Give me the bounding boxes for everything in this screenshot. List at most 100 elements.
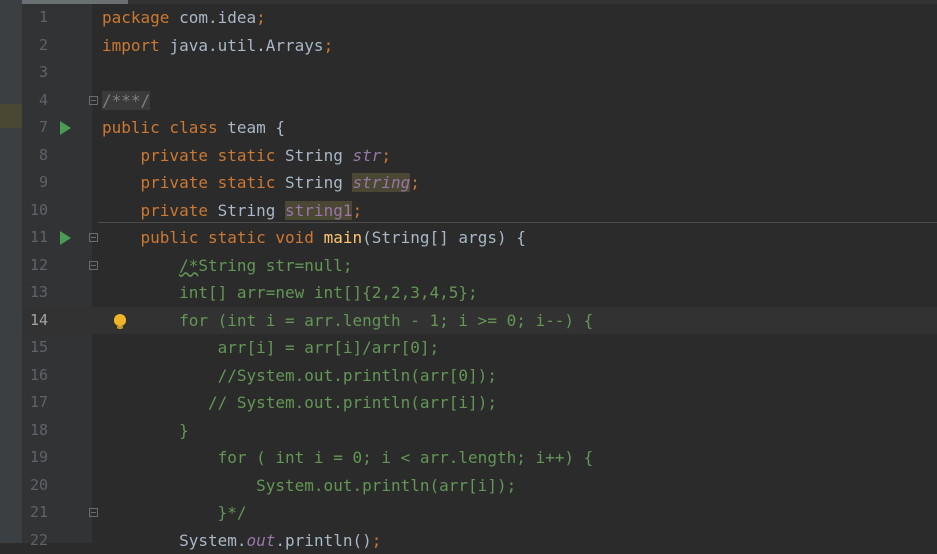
code-text: public static void main(String[] args) { (102, 224, 526, 252)
code-text: private String string1; (102, 197, 362, 225)
code-token: ; (352, 201, 362, 220)
method-separator (98, 222, 937, 223)
line-number: 1 (22, 4, 48, 32)
code-text: } (102, 417, 189, 445)
code-token: private static (141, 146, 286, 165)
code-text: // System.out.println(arr[i]); (102, 389, 497, 417)
line-number: 13 (22, 279, 48, 307)
code-token (102, 366, 218, 385)
code-line[interactable]: 8 private static String str; (22, 142, 937, 170)
line-number: 22 (22, 527, 48, 554)
line-number: 16 (22, 362, 48, 390)
code-token: /***/ (102, 91, 150, 110)
code-text: public class team { (102, 114, 285, 142)
line-number: 7 (22, 114, 48, 142)
run-icon[interactable] (60, 231, 71, 245)
line-number: 10 (22, 197, 48, 225)
code-text: int[] arr=new int[]{2,2,3,4,5}; (102, 279, 478, 307)
code-token: String (218, 201, 285, 220)
code-line[interactable]: 17 // System.out.println(arr[i]); (22, 389, 937, 417)
code-line[interactable]: 18 } (22, 417, 937, 445)
code-token: import (102, 36, 169, 55)
code-line[interactable]: 9 private static String string; (22, 169, 937, 197)
code-token (102, 476, 256, 495)
line-number: 15 (22, 334, 48, 362)
code-token: public static void (141, 228, 324, 247)
code-token: System.out.println(arr[i]); (256, 476, 516, 495)
line-number: 12 (22, 252, 48, 280)
code-line[interactable]: 1package com.idea; (22, 4, 937, 32)
code-line[interactable]: 21 }*/ (22, 499, 937, 527)
line-number: 11 (22, 224, 48, 252)
code-line[interactable]: 15 arr[i] = arr[i]/arr[0]; (22, 334, 937, 362)
code-line[interactable]: 7 public class team { (22, 114, 937, 142)
code-token: team { (227, 118, 285, 137)
code-token: out (247, 531, 276, 550)
code-token: } (179, 421, 189, 440)
code-token: arr[i] = arr[i]/arr[0]; (218, 338, 440, 357)
code-token: str (352, 146, 381, 165)
code-text: /*String str=null; (102, 252, 352, 280)
code-text: private static String str; (102, 142, 391, 170)
code-token: com.idea (179, 8, 256, 27)
code-token: java.util.Arrays (169, 36, 323, 55)
code-line[interactable]: 2import java.util.Arrays; (22, 32, 937, 60)
code-line[interactable]: 19 for ( int i = 0; i < arr.length; i++)… (22, 444, 937, 472)
code-token: int[] arr=new int[]{2,2,3,4,5}; (179, 283, 478, 302)
fold-icon[interactable] (89, 233, 98, 242)
code-token (102, 503, 218, 522)
code-token: System. (102, 531, 247, 550)
fold-icon[interactable] (89, 96, 98, 105)
code-line[interactable]: 12 /*String str=null; (22, 252, 937, 280)
code-token: main (324, 228, 363, 247)
code-token: (String[] args) { (362, 228, 526, 247)
left-tool-strip (0, 0, 22, 543)
code-text: for (int i = arr.length - 1; i >= 0; i--… (102, 307, 593, 335)
line-number: 9 (22, 169, 48, 197)
code-token: private (141, 201, 218, 220)
line-number: 18 (22, 417, 48, 445)
code-token (102, 283, 179, 302)
line-number: 19 (22, 444, 48, 472)
code-token: string1 (285, 201, 352, 220)
code-token: string (352, 173, 410, 192)
line-number: 4 (22, 87, 48, 115)
code-line[interactable]: 13 int[] arr=new int[]{2,2,3,4,5}; (22, 279, 937, 307)
line-number: 8 (22, 142, 48, 170)
code-token: /* (179, 256, 198, 275)
code-token (102, 448, 218, 467)
code-token: ; (381, 146, 391, 165)
code-text: private static String string; (102, 169, 420, 197)
code-token: for ( int i = 0; i < arr.length; i++) { (218, 448, 594, 467)
code-token (102, 146, 141, 165)
code-token: ; (410, 173, 420, 192)
code-text: arr[i] = arr[i]/arr[0]; (102, 334, 439, 362)
code-line[interactable]: 4 /***/ (22, 87, 937, 115)
fold-icon[interactable] (89, 508, 98, 517)
code-token: String (285, 173, 352, 192)
code-token (102, 393, 208, 412)
code-token (102, 421, 179, 440)
code-token: for (int i = arr.length - 1; i >= 0; i--… (179, 311, 593, 330)
code-token: ; (372, 531, 382, 550)
code-line[interactable]: 3 (22, 59, 937, 87)
code-token (102, 338, 218, 357)
code-token: String str=null; (198, 256, 352, 275)
code-text: /***/ (102, 87, 150, 115)
code-token: public class (102, 118, 227, 137)
code-line[interactable]: 10 private String string1; (22, 197, 937, 225)
code-token: //System.out.println(arr[0]); (218, 366, 497, 385)
run-icon[interactable] (60, 121, 71, 135)
line-number: 2 (22, 32, 48, 60)
fold-icon[interactable] (89, 261, 98, 270)
code-line[interactable]: 20 System.out.println(arr[i]); (22, 472, 937, 500)
code-token: }*/ (218, 503, 247, 522)
code-line[interactable]: 22 System.out.println(); (22, 527, 937, 554)
code-line[interactable]: 14 for (int i = arr.length - 1; i >= 0; … (22, 307, 937, 335)
line-number: 14 (22, 307, 48, 335)
code-text: }*/ (102, 499, 247, 527)
code-text: //System.out.println(arr[0]); (102, 362, 497, 390)
code-line[interactable]: 11 public static void main(String[] args… (22, 224, 937, 252)
code-line[interactable]: 16 //System.out.println(arr[0]); (22, 362, 937, 390)
code-text: System.out.println(arr[i]); (102, 472, 516, 500)
